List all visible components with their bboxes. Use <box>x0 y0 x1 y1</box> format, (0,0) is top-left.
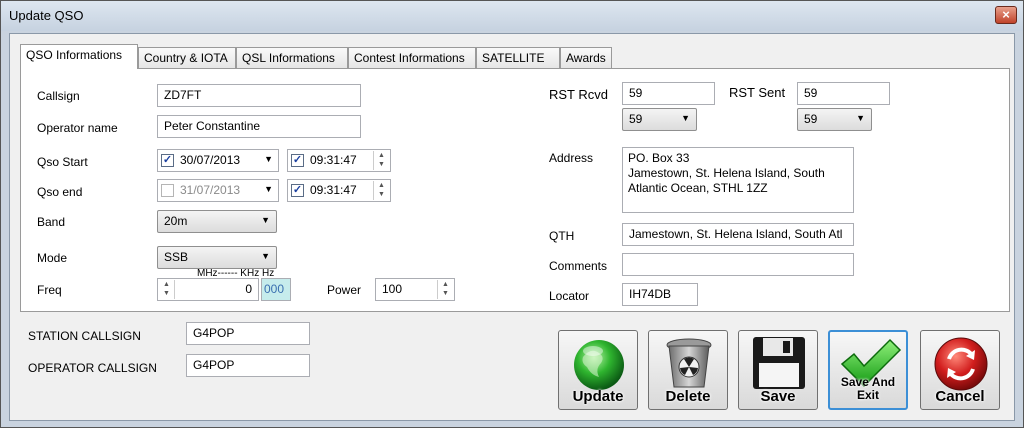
mode-value: SSB <box>164 250 189 264</box>
address-textarea[interactable]: PO. Box 33 Jamestown, St. Helena Island,… <box>622 147 854 213</box>
save-button-label: Save <box>760 388 796 405</box>
chevron-down-icon: ▼ <box>856 113 865 123</box>
trash-icon <box>666 338 712 388</box>
tab-contest-informations[interactable]: Contest Informations <box>348 47 476 68</box>
operator-name-field[interactable]: Peter Constantine <box>157 115 361 138</box>
rst-sent-select[interactable]: 59 ▼ <box>797 108 872 131</box>
tab-awards[interactable]: Awards <box>560 47 612 68</box>
close-icon: × <box>1002 7 1010 22</box>
band-select[interactable]: 20m ▼ <box>157 210 277 233</box>
station-callsign-field[interactable]: G4POP <box>186 322 310 345</box>
qso-end-time-value: 09:31:47 <box>310 183 357 197</box>
qth-field[interactable]: Jamestown, St. Helena Island, South Atl <box>622 223 854 246</box>
callsign-field[interactable]: ZD7FT <box>157 84 361 107</box>
qso-end-time-picker[interactable]: ✓ 09:31:47 ▲ ▼ <box>287 179 391 202</box>
qso-start-date-picker[interactable]: ✓ 30/07/2013 ▼ <box>157 149 279 172</box>
save-and-exit-label-line2: Exit <box>856 388 879 402</box>
rst-sent-field[interactable]: 59 <box>797 82 890 105</box>
save-and-exit-button-label: Save And Exit <box>830 376 906 402</box>
locator-field[interactable]: IH74DB <box>622 283 698 306</box>
chevron-down-icon: ▼ <box>264 154 273 164</box>
close-window-button[interactable]: × <box>995 6 1017 24</box>
tab-country-iota[interactable]: Country & IOTA <box>138 47 236 68</box>
operator-callsign-field[interactable]: G4POP <box>186 354 310 377</box>
power-value: 100 <box>382 282 403 296</box>
window-title: Update QSO <box>9 8 84 23</box>
rst-sent-select-value: 59 <box>804 112 818 126</box>
qso-informations-panel: Callsign ZD7FT Operator name Peter Const… <box>20 68 1010 312</box>
operator-callsign-label: OPERATOR CALLSIGN <box>28 361 157 375</box>
qso-start-time-picker[interactable]: ✓ 09:31:47 ▲ ▼ <box>287 149 391 172</box>
qso-start-label: Qso Start <box>37 155 88 169</box>
band-label: Band <box>37 215 66 229</box>
freq-label: Freq <box>37 283 62 297</box>
tab-qso-informations[interactable]: QSO Informations <box>20 44 138 69</box>
qso-start-time-value: 09:31:47 <box>310 153 357 167</box>
chevron-down-icon: ▼ <box>264 184 273 194</box>
station-callsign-label: STATION CALLSIGN <box>28 329 141 343</box>
cancel-button-label: Cancel <box>935 388 985 405</box>
chevron-down-icon: ▼ <box>261 251 270 261</box>
save-and-exit-button[interactable]: Save And Exit <box>828 330 908 410</box>
qth-label: QTH <box>549 229 575 243</box>
update-button[interactable]: Update <box>558 330 638 410</box>
power-stepper[interactable]: 100 ▲ ▼ <box>375 278 455 301</box>
cancel-button[interactable]: Cancel <box>920 330 1000 410</box>
rst-rcvd-label: RST Rcvd <box>549 87 608 102</box>
comments-field[interactable] <box>622 253 854 276</box>
save-button[interactable]: Save <box>738 330 818 410</box>
update-button-label: Update <box>572 388 624 405</box>
rst-sent-label: RST Sent <box>729 85 786 100</box>
freq-value: 0 <box>245 282 252 296</box>
chevron-down-icon: ▼ <box>681 113 690 123</box>
callsign-label: Callsign <box>37 89 80 103</box>
operator-name-label: Operator name <box>37 121 118 135</box>
power-label: Power <box>327 283 362 297</box>
cancel-refresh-icon <box>934 337 988 391</box>
spin-arrows-icon[interactable]: ▲ ▼ <box>373 181 389 200</box>
rst-rcvd-field[interactable]: 59 <box>622 82 715 105</box>
rst-rcvd-select[interactable]: 59 ▼ <box>622 108 697 131</box>
mode-select[interactable]: SSB ▼ <box>157 246 277 269</box>
qso-end-date-value: 31/07/2013 <box>180 183 241 197</box>
globe-icon <box>574 340 624 390</box>
band-value: 20m <box>164 214 188 228</box>
qso-end-date-checkbox[interactable] <box>161 184 174 197</box>
freq-hz-field[interactable]: 000 <box>261 278 291 301</box>
address-label: Address <box>549 151 594 165</box>
mode-label: Mode <box>37 251 68 265</box>
tab-satellite[interactable]: SATELLITE <box>476 47 560 68</box>
title-bar[interactable]: Update QSO × <box>1 1 1023 31</box>
qso-start-date-value: 30/07/2013 <box>180 153 241 167</box>
spin-arrows-icon[interactable]: ▲ ▼ <box>437 280 453 299</box>
qso-end-time-checkbox[interactable]: ✓ <box>291 184 304 197</box>
freq-stepper[interactable]: ▲ ▼ 0 <box>157 278 259 301</box>
client-area: QSO Informations Country & IOTA QSL Info… <box>9 33 1015 421</box>
delete-button-label: Delete <box>665 388 711 405</box>
locator-label: Locator <box>549 289 590 303</box>
floppy-disk-icon <box>753 337 805 389</box>
spin-arrows-icon[interactable]: ▲ ▼ <box>159 280 175 299</box>
update-qso-window: Update QSO × QSO Informations Country & … <box>0 0 1024 428</box>
rst-rcvd-select-value: 59 <box>629 112 643 126</box>
save-and-exit-label-line1: Save And <box>840 375 896 389</box>
tab-qsl-informations[interactable]: QSL Informations <box>236 47 348 68</box>
delete-button[interactable]: Delete <box>648 330 728 410</box>
qso-end-date-picker[interactable]: 31/07/2013 ▼ <box>157 179 279 202</box>
qso-end-label: Qso end <box>37 185 83 199</box>
chevron-down-icon: ▼ <box>261 215 270 225</box>
qso-start-date-checkbox[interactable]: ✓ <box>161 154 174 167</box>
comments-label: Comments <box>549 259 608 273</box>
spin-arrows-icon[interactable]: ▲ ▼ <box>373 151 389 170</box>
qso-start-time-checkbox[interactable]: ✓ <box>291 154 304 167</box>
